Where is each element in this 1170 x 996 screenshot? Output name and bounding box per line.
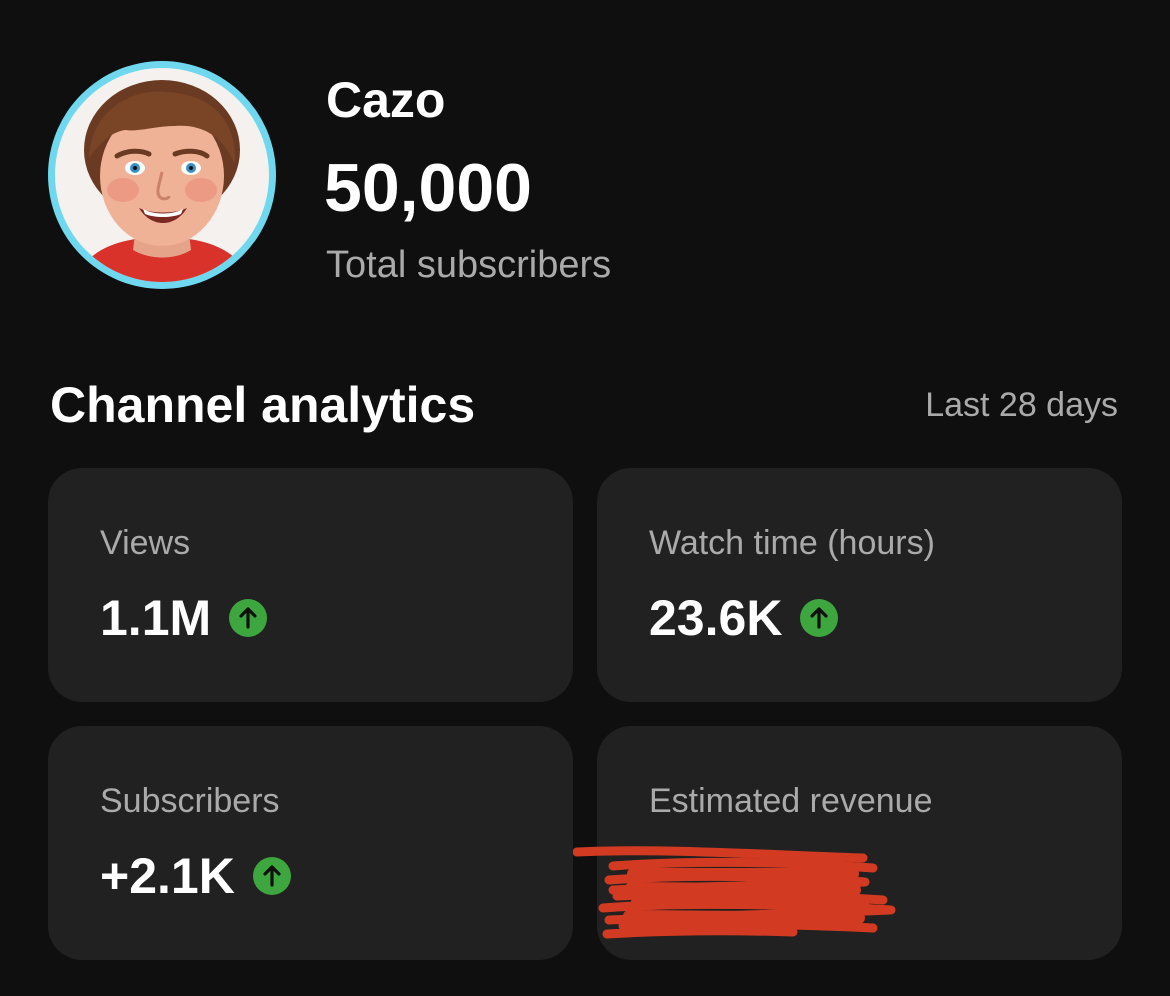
channel-name: Cazo — [326, 72, 446, 128]
arrow-up-circle-icon — [800, 599, 839, 637]
card-label: Views — [100, 524, 191, 562]
channel-avatar[interactable] — [48, 61, 276, 289]
subscribers-value: +2.1K — [100, 848, 235, 904]
views-value: 1.1M — [100, 590, 212, 646]
card-value-row: 23.6K — [649, 590, 839, 646]
arrow-up-circle-icon — [252, 857, 291, 895]
card-label: Estimated revenue — [649, 782, 933, 820]
arrow-up-circle-icon — [229, 599, 268, 637]
total-subscriber-count: 50,000 — [324, 150, 532, 226]
avatar-photo — [55, 68, 269, 282]
watch-time-value: 23.6K — [649, 590, 783, 646]
estimated-revenue-card[interactable]: Estimated revenue — [573, 726, 1122, 960]
card-value-row: 1.1M — [100, 590, 268, 646]
views-card[interactable]: Views 1.1M — [48, 468, 573, 702]
redaction-scribble — [573, 844, 923, 940]
card-label: Watch time (hours) — [649, 524, 935, 562]
card-value-row: +2.1K — [100, 848, 291, 904]
watch-time-card[interactable]: Watch time (hours) 23.6K — [597, 468, 1122, 702]
subscribers-card[interactable]: Subscribers +2.1K — [48, 726, 573, 960]
section-title: Channel analytics — [50, 377, 476, 433]
card-label: Subscribers — [100, 782, 280, 820]
date-range-label: Last 28 days — [925, 386, 1118, 424]
total-subscribers-label: Total subscribers — [326, 244, 612, 286]
